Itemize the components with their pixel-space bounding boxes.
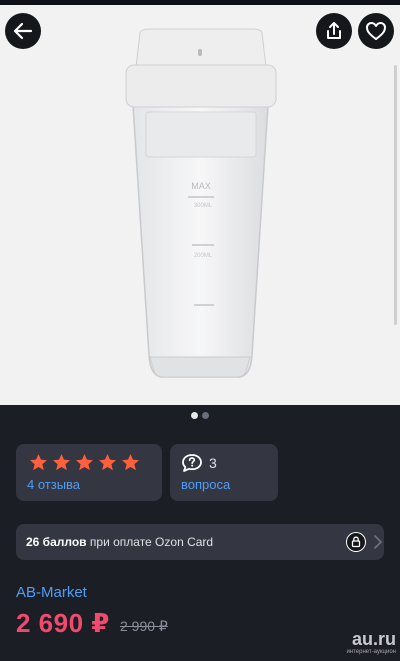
au-ru-watermark: au.ru интернет-аукцион (344, 630, 396, 656)
gallery-dot[interactable] (202, 412, 209, 419)
questions-card[interactable]: 3 вопроса (170, 444, 278, 501)
cup-marking-300: 300ML (194, 203, 213, 209)
back-button[interactable] (5, 13, 41, 49)
old-price: 2 990 ₽ (120, 618, 168, 634)
questions-count: 3 (209, 455, 217, 471)
arrow-left-icon (13, 22, 33, 40)
ozon-points: 26 баллов (26, 535, 87, 549)
star-icon (122, 454, 139, 471)
gallery-dot[interactable] (191, 412, 198, 419)
chevron-right-icon (374, 535, 382, 549)
cup-marking-200: 200ML (194, 253, 213, 259)
question-bubble-icon (182, 454, 202, 472)
rating-card[interactable]: 4 отзыва (16, 444, 162, 501)
cup-marking-max: MAX (191, 181, 211, 191)
lock-icon (347, 533, 365, 551)
product-image-gallery[interactable]: MAX 300ML 200ML (0, 5, 400, 405)
ozon-card-badge (346, 532, 366, 552)
watermark-sub: интернет-аукцион (346, 649, 396, 655)
favorite-button[interactable] (358, 13, 394, 49)
ozon-card-description: при оплате Ozon Card (86, 535, 214, 549)
product-image: MAX 300ML 200ML (125, 28, 277, 378)
gallery-scrollbar[interactable] (394, 65, 397, 325)
share-icon (327, 22, 341, 39)
star-icon (76, 454, 93, 471)
rating-stars (29, 453, 140, 472)
current-price: 2 690 ₽ (16, 608, 110, 638)
questions-link[interactable]: вопроса (181, 477, 230, 492)
ozon-card-banner[interactable]: 26 баллов при оплате Ozon Card (16, 524, 384, 560)
reviews-link[interactable]: 4 отзыва (27, 477, 80, 492)
star-icon (99, 454, 116, 471)
heart-icon (366, 22, 386, 40)
seller-link[interactable]: AB-Market (16, 584, 87, 601)
star-icon (53, 454, 70, 471)
ozon-card-text: 26 баллов при оплате Ozon Card (26, 535, 213, 549)
share-button[interactable] (316, 13, 352, 49)
star-icon (30, 454, 47, 471)
gallery-pagination (0, 412, 400, 419)
watermark-main: au.ru (351, 629, 396, 649)
